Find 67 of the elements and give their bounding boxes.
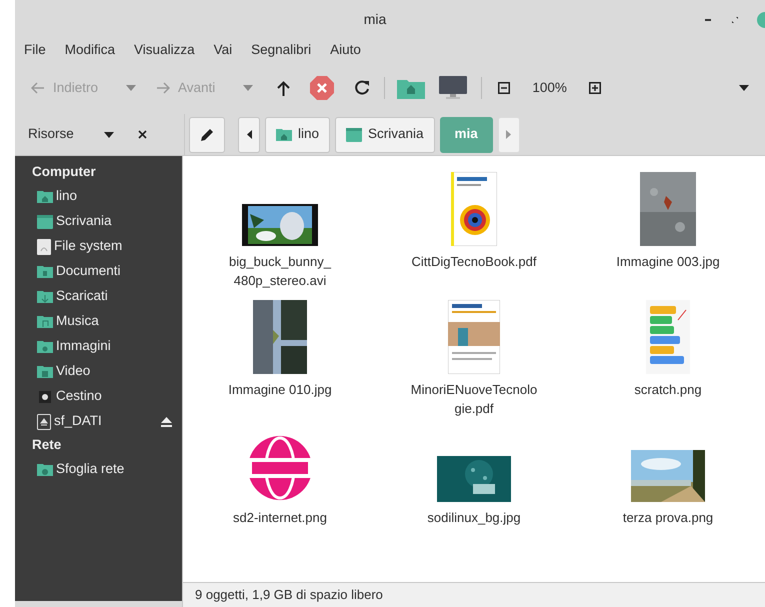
desktop-folder-icon (346, 128, 362, 142)
close-icon[interactable] (138, 130, 147, 139)
home-folder-icon (37, 190, 53, 204)
file-name: Immagine 010.jpg (228, 381, 332, 399)
menu-item[interactable]: Vai (214, 40, 232, 60)
dropdown-icon[interactable] (104, 132, 114, 138)
file-name: Immagine 003.jpg (616, 253, 720, 271)
menu-item[interactable]: Segnalibri (251, 40, 312, 60)
sidebar-item[interactable]: Video (15, 359, 182, 384)
file-name: sodilinux_bg.jpg (427, 509, 521, 527)
sidebar-item[interactable]: lino (15, 184, 182, 209)
network-folder-icon (37, 462, 53, 476)
sidebar-item[interactable]: Cestino (15, 384, 182, 409)
window-title: mia (364, 10, 388, 28)
sidebar-item[interactable]: sf_DATI (15, 409, 182, 434)
right-arrow-icon (156, 82, 170, 94)
zoom-in-icon[interactable] (588, 82, 601, 94)
scroll-right-button[interactable] (498, 116, 520, 152)
sidebar-item[interactable]: Sfoglia rete (15, 457, 182, 482)
file-name: CittDigTecnoBook.pdf (411, 253, 536, 271)
sidebar-item[interactable]: Immagini (15, 334, 182, 359)
path-button[interactable]: Scrivania (335, 116, 435, 152)
file-name: big_buck_bunny_ 480p_stereo.avi (229, 253, 331, 290)
file-name: scratch.png (634, 381, 702, 399)
video-folder-icon (37, 364, 53, 378)
sidebar-item[interactable]: Documenti (15, 259, 182, 284)
up-arrow-icon[interactable] (277, 80, 290, 96)
file-name: terza prova.png (622, 509, 714, 527)
status-text: 9 oggetti, 1,9 GB di spazio libero (195, 586, 383, 604)
download-folder-icon (37, 290, 53, 304)
sidebar-item[interactable]: Scrivania (15, 209, 182, 234)
home-folder-icon (276, 128, 292, 142)
menu-item[interactable]: File (24, 40, 46, 60)
restore-button[interactable] (731, 16, 739, 24)
sidebar-item[interactable]: Musica (15, 309, 182, 334)
eject-icon[interactable] (161, 416, 172, 426)
menu-item[interactable]: Aiuto (330, 40, 361, 60)
document-folder-icon (37, 264, 53, 278)
trash-icon (39, 390, 51, 402)
file-name: MinoriENuoveTecnolo gie.pdf (410, 381, 538, 418)
camera-folder-icon (37, 340, 53, 354)
drive-icon (37, 414, 51, 430)
sidebar-heading: Rete (32, 436, 62, 454)
menu-item[interactable]: Modifica (64, 40, 116, 60)
path-button[interactable]: lino (265, 116, 330, 152)
file-name: sd2-internet.png (233, 509, 327, 527)
stop-icon[interactable] (310, 76, 334, 100)
home-folder-icon[interactable] (397, 77, 426, 99)
sidebar-item[interactable]: File system (15, 234, 182, 259)
sidebar-item[interactable]: Scaricati (15, 284, 182, 309)
drive-icon (37, 238, 51, 254)
right-triangle-icon (506, 130, 512, 139)
left-triangle-icon (246, 130, 252, 139)
left-arrow-icon (31, 82, 45, 94)
sidebar-heading: Computer (32, 163, 96, 182)
monitor-icon[interactable] (439, 76, 468, 100)
zoom-out-icon[interactable] (498, 82, 510, 94)
music-folder-icon (37, 314, 53, 328)
dropdown-icon[interactable] (739, 85, 749, 91)
sidebar-title: Risorse (28, 125, 74, 144)
edit-button[interactable] (189, 116, 225, 152)
pencil-icon (200, 128, 214, 142)
reload-icon[interactable] (354, 80, 370, 96)
scroll-left-button[interactable] (238, 116, 260, 152)
menu-item[interactable]: Visualizza (134, 40, 195, 60)
zoom-level: 100% (532, 78, 567, 97)
desktop-folder-icon (37, 214, 53, 228)
